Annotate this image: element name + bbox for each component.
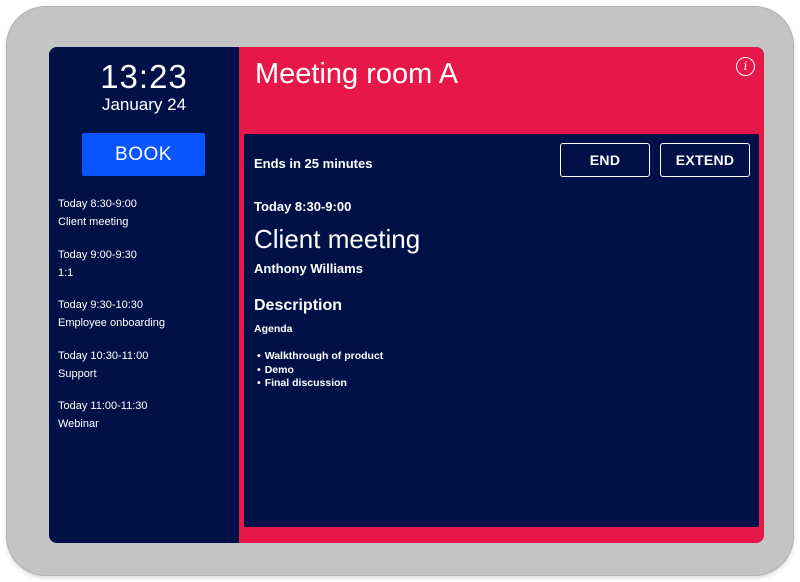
schedule-item-time: Today 9:30-10:30 xyxy=(58,299,144,311)
meeting-title: Client meeting xyxy=(254,224,421,254)
agenda-item: Demo xyxy=(257,364,383,378)
room-title: Meeting room A xyxy=(255,58,459,90)
schedule-item-title: 1:1 xyxy=(58,266,74,279)
schedule-item-time: Today 9:00-9:30 xyxy=(58,248,137,261)
schedule-item[interactable]: Today 9:00-9:30 1:1 xyxy=(58,246,233,297)
schedule-item[interactable]: Today 11:00-11:30 Webinar xyxy=(58,397,233,448)
info-icon[interactable]: i xyxy=(736,57,755,76)
description-intro: Agenda xyxy=(254,323,293,335)
agenda-list: Walkthrough of product Demo Final discus… xyxy=(257,350,384,391)
clock-date: January 24 xyxy=(101,95,187,114)
agenda-item: Walkthrough of product xyxy=(257,350,384,364)
agenda-item: Final discussion xyxy=(257,377,383,391)
schedule-item-title: Client meeting xyxy=(58,216,129,228)
schedule-item-title: Support xyxy=(58,367,97,380)
schedule-item-time: Today 11:00-11:30 xyxy=(58,400,148,412)
schedule-item-time: Today 10:30-11:00 xyxy=(58,349,149,362)
schedule-item[interactable]: Today 8:30-9:00 Client meeting xyxy=(58,195,233,246)
schedule-list: Today 8:30-9:00 Client meeting Today 9:0… xyxy=(58,195,233,448)
meeting-time: Today 8:30-9:00 xyxy=(254,199,352,214)
schedule-item[interactable]: Today 10:30-11:00 Support xyxy=(58,347,233,398)
schedule-item[interactable]: Today 9:30-10:30 Employee onboarding xyxy=(58,296,233,347)
extend-button[interactable]: EXTEND xyxy=(660,143,750,177)
main-area: Meeting room A i Ends in 25 minutes END … xyxy=(239,47,764,543)
clock-time: 13:23 xyxy=(100,58,188,95)
schedule-item-title: Employee onboarding xyxy=(58,317,166,329)
description-heading: Description xyxy=(254,297,343,314)
current-meeting-panel: Ends in 25 minutes END EXTEND Today 8:30… xyxy=(244,134,759,527)
meeting-organizer: Anthony Williams xyxy=(254,261,363,276)
schedule-item-time: Today 8:30-9:00 xyxy=(58,198,137,210)
schedule-item-title: Webinar xyxy=(58,418,99,430)
device-screen: 13:23 January 24 BOOK Today 8:30-9:00 Cl… xyxy=(49,47,764,543)
book-button[interactable]: BOOK xyxy=(82,133,205,176)
clock: 13:23 January 24 xyxy=(49,59,239,115)
sidebar: 13:23 January 24 BOOK Today 8:30-9:00 Cl… xyxy=(49,47,239,543)
ends-in-status: Ends in 25 minutes xyxy=(254,156,373,171)
end-button[interactable]: END xyxy=(560,143,650,177)
tablet-frame: 13:23 January 24 BOOK Today 8:30-9:00 Cl… xyxy=(6,6,794,576)
